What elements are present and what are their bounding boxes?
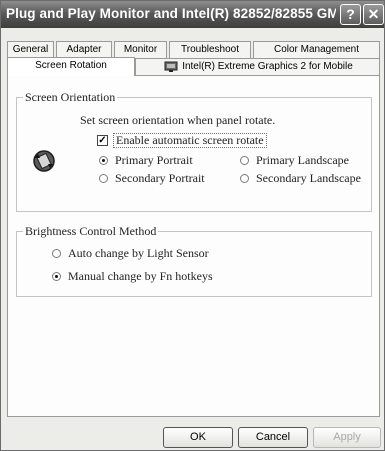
tab-screen-rotation[interactable]: Screen Rotation <box>7 57 135 76</box>
secondary-landscape-label[interactable]: Secondary Landscape <box>256 171 361 186</box>
orientation-description: Set screen orientation when panel rotate… <box>80 113 276 127</box>
tab-intel-extreme-graphics[interactable]: Intel(R) Extreme Graphics 2 for Mobile <box>135 58 380 75</box>
manual-fn-hotkeys-radio[interactable] <box>52 272 61 281</box>
close-button[interactable]: ✕ <box>363 4 384 25</box>
apply-button[interactable]: Apply <box>313 427 381 448</box>
manual-fn-hotkeys-label[interactable]: Manual change by Fn hotkeys <box>68 269 213 284</box>
help-button[interactable]: ? <box>340 4 361 25</box>
primary-landscape-label[interactable]: Primary Landscape <box>256 153 349 168</box>
tab-adapter[interactable]: Adapter <box>56 41 112 58</box>
properties-dialog: Plug and Play Monitor and Intel(R) 82852… <box>0 0 385 451</box>
auto-light-sensor-label[interactable]: Auto change by Light Sensor <box>68 246 209 261</box>
tab-troubleshoot[interactable]: Troubleshoot <box>169 41 251 58</box>
tab-intel-label: Intel(R) Extreme Graphics 2 for Mobile <box>182 61 353 72</box>
primary-landscape-radio[interactable] <box>240 156 249 165</box>
rotation-icon <box>32 149 56 176</box>
secondary-portrait-radio[interactable] <box>99 174 108 183</box>
tab-general[interactable]: General <box>7 41 54 58</box>
window-title: Plug and Play Monitor and Intel(R) 82852… <box>6 6 336 21</box>
screen-orientation-group: Screen Orientation Set screen orientatio… <box>16 90 372 212</box>
enable-auto-rotate-checkbox[interactable]: ✓ <box>97 135 108 146</box>
brightness-control-group: Brightness Control Method Auto change by… <box>16 224 372 297</box>
auto-light-sensor-radio[interactable] <box>52 249 61 258</box>
enable-auto-rotate-label[interactable]: Enable automatic screen rotate <box>113 133 267 148</box>
secondary-portrait-label[interactable]: Secondary Portrait <box>115 171 205 186</box>
primary-portrait-radio[interactable] <box>99 156 108 165</box>
screen-orientation-legend: Screen Orientation <box>23 90 118 105</box>
tab-monitor[interactable]: Monitor <box>114 41 167 58</box>
ok-button[interactable]: OK <box>163 427 233 448</box>
cancel-button[interactable]: Cancel <box>238 427 308 448</box>
tab-panel: Screen Orientation Set screen orientatio… <box>7 75 380 417</box>
tab-color-management[interactable]: Color Management <box>253 41 380 58</box>
secondary-landscape-radio[interactable] <box>240 174 249 183</box>
brightness-control-legend: Brightness Control Method <box>23 224 159 239</box>
title-bar[interactable]: Plug and Play Monitor and Intel(R) 82852… <box>1 1 384 28</box>
primary-portrait-label[interactable]: Primary Portrait <box>115 153 193 168</box>
